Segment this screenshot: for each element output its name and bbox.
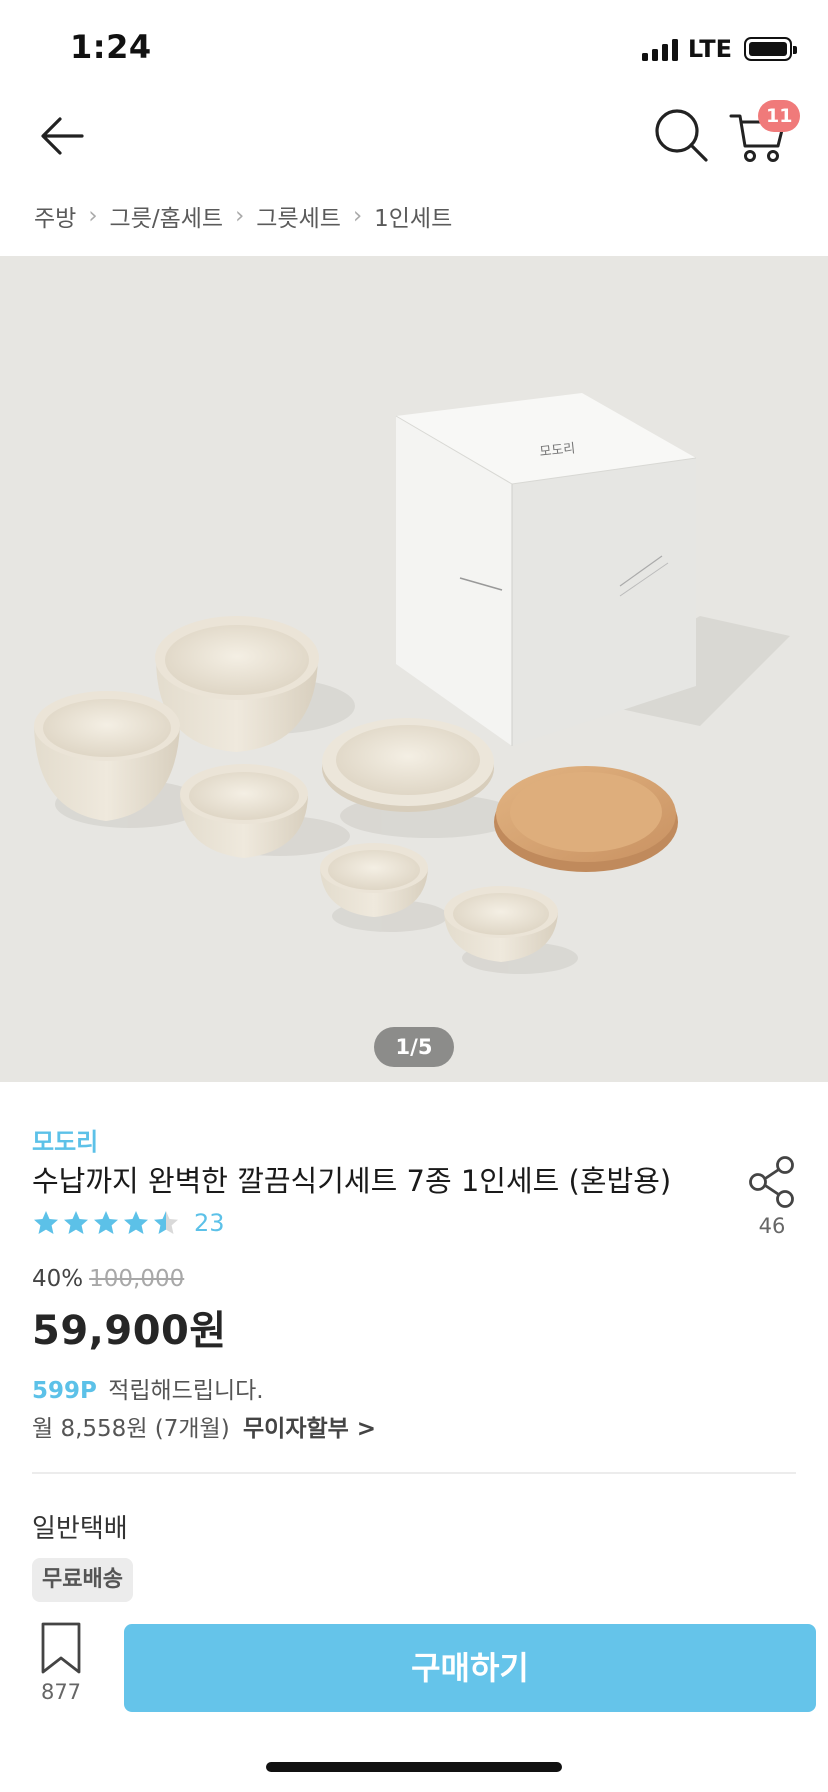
- shipping-method: 일반택배: [32, 1514, 128, 1544]
- installment-link[interactable]: 무이자할부 >: [243, 1416, 376, 1442]
- share-icon: [749, 1156, 794, 1208]
- star-icon: [34, 1211, 58, 1234]
- original-price: 100,000: [89, 1266, 185, 1292]
- status-time: 1:24: [70, 28, 152, 66]
- star-rating: [32, 1209, 180, 1237]
- chevron-right-icon: ›: [352, 203, 363, 229]
- chevron-right-icon: ›: [235, 203, 245, 229]
- discount-rate: 40%: [32, 1266, 84, 1292]
- star-icon: [64, 1211, 88, 1234]
- rating-summary[interactable]: 23: [32, 1208, 225, 1238]
- star-icon: [94, 1211, 118, 1234]
- breadcrumb: 주방 › 그릇/홈세트 › 그릇세트 › 1인세트: [34, 198, 452, 234]
- search-button[interactable]: [650, 104, 712, 166]
- gallery-page-indicator: 1/5: [374, 1027, 454, 1067]
- product-image-gallery[interactable]: 모도리: [0, 256, 828, 1082]
- share-button[interactable]: [746, 1155, 798, 1209]
- divider: [32, 1472, 796, 1474]
- breadcrumb-item-single-set[interactable]: 1인세트: [374, 199, 452, 233]
- chevron-right-icon: ›: [88, 203, 98, 229]
- bookmark-count: 877: [40, 1680, 82, 1704]
- breadcrumb-item-bowls-home-set[interactable]: 그릇/홈세트: [110, 199, 224, 233]
- cart-count-badge: 11: [758, 100, 801, 132]
- installment-text: 월 8,558원 (7개월): [32, 1416, 230, 1442]
- points-info: 599P 적립해드립니다.: [32, 1371, 264, 1405]
- product-photo: 모도리: [34, 393, 790, 974]
- review-count: 23: [194, 1209, 225, 1237]
- free-shipping-badge: 무료배송: [32, 1558, 133, 1602]
- back-button[interactable]: [36, 108, 92, 164]
- bookmark-button[interactable]: [34, 1620, 88, 1676]
- points-text: 적립해드립니다.: [108, 1378, 264, 1404]
- price-discount-row: 40% 100,000: [32, 1266, 184, 1292]
- battery-icon: [744, 37, 797, 61]
- signal-icon: [641, 37, 678, 61]
- sale-price: 59,900원: [32, 1308, 227, 1354]
- installment-info[interactable]: 월 8,558원 (7개월) 무이자할부 >: [32, 1409, 376, 1443]
- home-indicator: [266, 1762, 562, 1772]
- status-indicators: LTE: [641, 34, 797, 64]
- star-icon: [154, 1211, 178, 1234]
- network-label: LTE: [687, 35, 732, 63]
- arrow-left-icon: [41, 117, 84, 155]
- status-bar: 1:24 LTE: [0, 0, 828, 96]
- share-count: 46: [758, 1214, 786, 1238]
- buy-button[interactable]: 구매하기: [124, 1624, 816, 1712]
- breadcrumb-item-kitchen[interactable]: 주방: [34, 199, 76, 233]
- bookmark-icon: [41, 1622, 81, 1674]
- breadcrumb-item-bowl-set[interactable]: 그릇세트: [256, 199, 341, 233]
- points-amount: 599P: [32, 1378, 97, 1404]
- product-title: 수납까지 완벽한 깔끔식기세트 7종 1인세트 (혼밥용): [32, 1164, 672, 1198]
- search-icon: [655, 109, 708, 162]
- brand-link[interactable]: 모도리: [32, 1122, 98, 1157]
- star-icon: [124, 1211, 148, 1234]
